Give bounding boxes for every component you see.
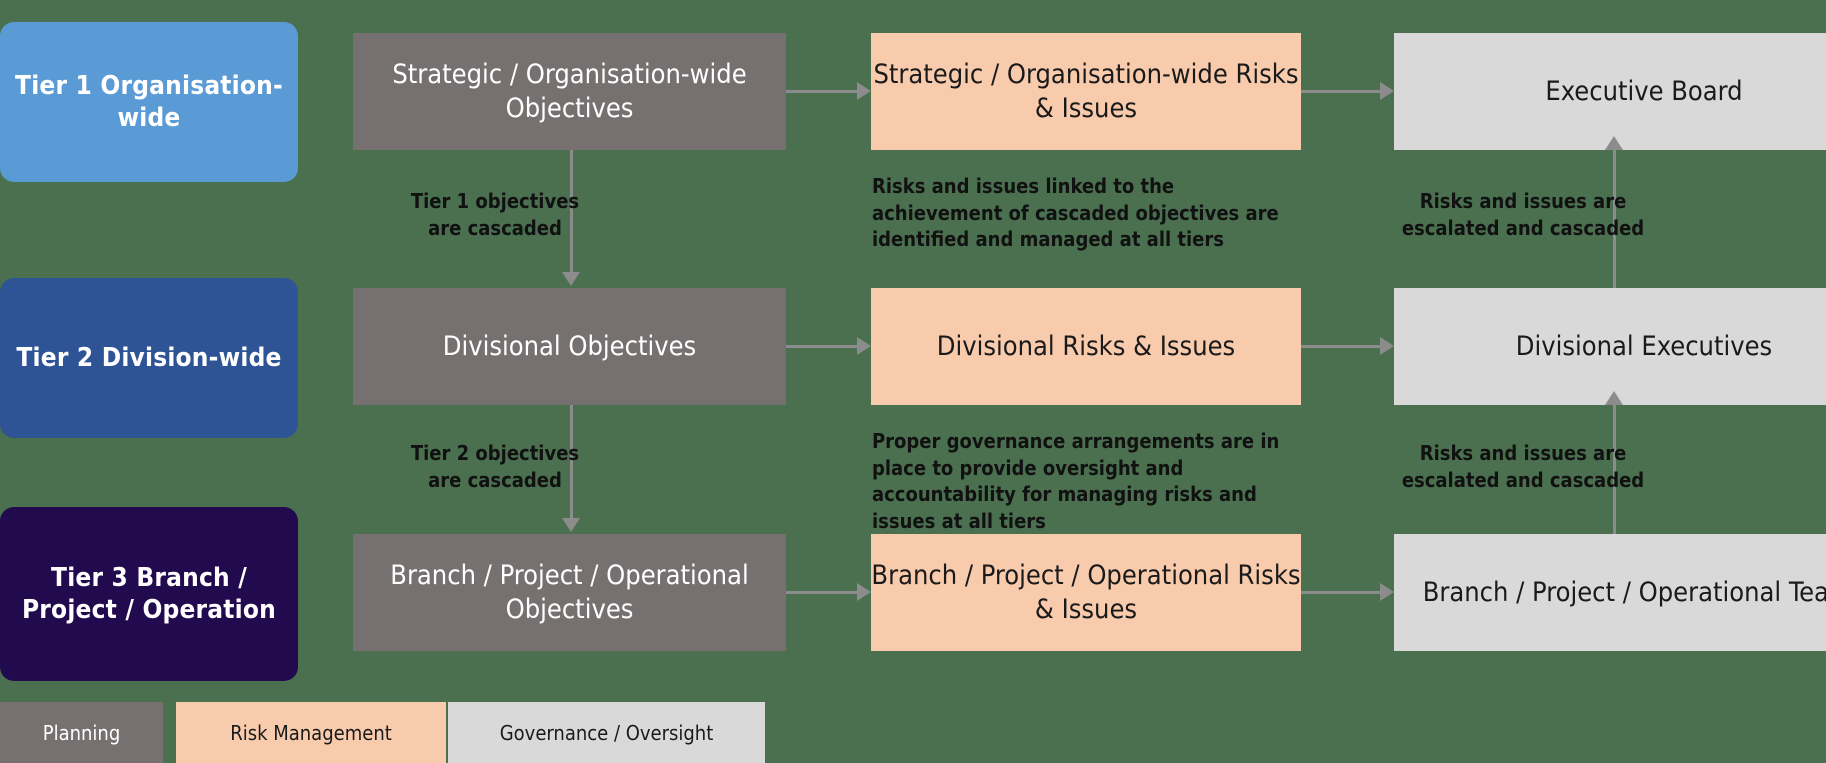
risks-box-tier3: Branch / Project / Operational Risks & I…	[871, 534, 1301, 651]
risks-box-tier3-label: Branch / Project / Operational Risks & I…	[871, 559, 1301, 625]
legend-item-governance-oversight-label: Governance / Oversight	[499, 720, 714, 745]
legend-item-risk-management: Risk Management	[176, 702, 446, 763]
tier-badge-1: Tier 1 Organisation-wide	[0, 22, 298, 182]
connector-objectives-to-risks-tier1	[786, 90, 857, 93]
objectives-box-tier3-label: Branch / Project / Operational Objective…	[390, 559, 749, 625]
tier-badge-3: Tier 3 Branch / Project / Operation	[0, 507, 298, 681]
risks-box-tier1-label: Strategic / Organisation-wide Risks & Is…	[873, 58, 1299, 124]
caption-cascade-tier2: Tier 2 objectives are cascaded	[410, 441, 580, 492]
caption-cascade-tier1: Tier 1 objectives are cascaded	[410, 189, 580, 240]
risks-box-tier2: Divisional Risks & Issues	[871, 288, 1301, 405]
legend-item-governance-oversight: Governance / Oversight	[448, 702, 765, 763]
caption-risks-linked: Risks and issues linked to the achieveme…	[872, 174, 1279, 252]
governance-box-tier1-label: Executive Board	[1545, 75, 1743, 107]
objectives-box-tier2-label: Divisional Objectives	[442, 330, 697, 362]
arrowhead-risks-to-governance-tier1-icon	[1380, 82, 1394, 100]
arrowhead-risks-to-governance-tier2-icon	[1380, 337, 1394, 355]
arrowhead-cascade-tier1-to-tier2-icon	[562, 272, 580, 286]
tier-badge-2: Tier 2 Division-wide	[0, 278, 298, 438]
governance-box-tier2: Divisional Executives	[1394, 288, 1826, 405]
caption-governance-arrangements: Proper governance arrangements are in pl…	[872, 429, 1280, 533]
governance-box-tier1: Executive Board	[1394, 33, 1826, 150]
arrowhead-cascade-tier2-to-tier3-icon	[562, 518, 580, 532]
legend-item-planning-label: Planning	[42, 720, 121, 745]
objectives-box-tier2: Divisional Objectives	[353, 288, 786, 405]
connector-risks-to-governance-tier3	[1301, 591, 1380, 594]
arrowhead-risks-to-governance-tier3-icon	[1380, 583, 1394, 601]
objectives-box-tier1: Strategic / Organisation-wide Objectives	[353, 33, 786, 150]
tier-badge-2-label: Tier 2 Division-wide	[16, 342, 282, 373]
caption-escalated-tier1: Risks and issues are escalated and casca…	[1401, 189, 1645, 240]
arrowhead-objectives-to-risks-tier1-icon	[857, 82, 871, 100]
objectives-box-tier1-label: Strategic / Organisation-wide Objectives	[392, 58, 747, 124]
arrowhead-objectives-to-risks-tier2-icon	[857, 337, 871, 355]
governance-box-tier3: Branch / Project / Operational Teams	[1394, 534, 1826, 651]
arrowhead-objectives-to-risks-tier3-icon	[857, 583, 871, 601]
objectives-box-tier3: Branch / Project / Operational Objective…	[353, 534, 786, 651]
risks-box-tier1: Strategic / Organisation-wide Risks & Is…	[871, 33, 1301, 150]
arrowhead-escalate-tier3-to-tier2-icon	[1605, 391, 1623, 405]
governance-box-tier3-label: Branch / Project / Operational Teams	[1422, 576, 1826, 608]
diagram-canvas: Tier 1 Organisation-wide Tier 2 Division…	[0, 0, 1826, 763]
tier-badge-3-label: Tier 3 Branch / Project / Operation	[21, 562, 277, 626]
connector-risks-to-governance-tier2	[1301, 345, 1380, 348]
risks-box-tier2-label: Divisional Risks & Issues	[936, 330, 1236, 362]
connector-objectives-to-risks-tier2	[786, 345, 857, 348]
legend-item-risk-management-label: Risk Management	[230, 720, 392, 745]
connector-objectives-to-risks-tier3	[786, 591, 857, 594]
tier-badge-1-label: Tier 1 Organisation-wide	[15, 70, 283, 134]
legend-item-planning: Planning	[0, 702, 163, 763]
arrowhead-escalate-tier2-to-tier1-icon	[1605, 136, 1623, 150]
connector-risks-to-governance-tier1	[1301, 90, 1380, 93]
caption-escalated-tier2: Risks and issues are escalated and casca…	[1401, 441, 1645, 492]
governance-box-tier2-label: Divisional Executives	[1515, 330, 1773, 362]
